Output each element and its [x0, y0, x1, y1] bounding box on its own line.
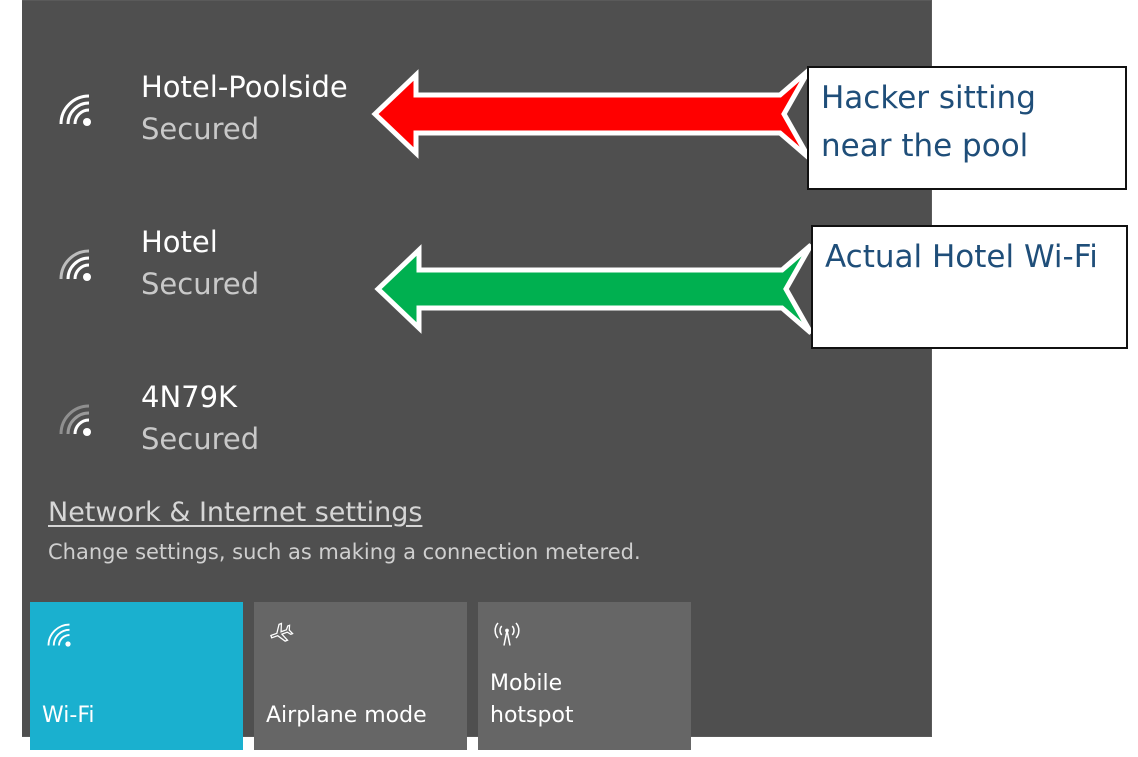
- callout-text: Hacker sitting near the pool: [821, 80, 1036, 164]
- red-arrow: [371, 68, 812, 160]
- callout-hacker: Hacker sitting near the pool: [807, 66, 1127, 190]
- callout-text: Actual Hotel Wi-Fi: [825, 239, 1098, 275]
- green-arrow: [374, 243, 814, 335]
- callout-actual-hotel: Actual Hotel Wi-Fi: [811, 225, 1128, 349]
